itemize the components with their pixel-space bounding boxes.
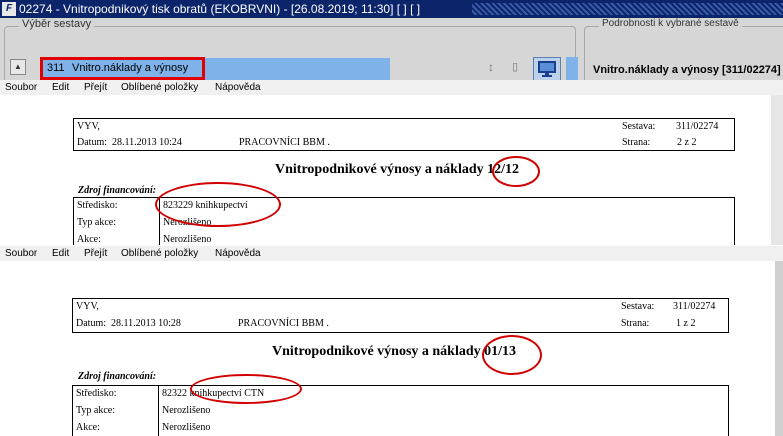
app-logo-icon: F [2, 2, 16, 16]
report-org: VYV, [77, 121, 100, 132]
window-title: 02274 - Vnitropodnikový tisk obratů (EKO… [19, 2, 421, 16]
menu-oblibene-polozky[interactable]: Oblíbené položky [121, 82, 198, 93]
report-datum-label: Datum: [76, 318, 106, 329]
menu-prejit[interactable]: Přejít [84, 248, 107, 259]
menu-napoveda[interactable]: Nápověda [215, 248, 261, 259]
table-row-label: Středisko: [77, 200, 118, 211]
resize-vertical-icon[interactable]: ↕ [488, 60, 494, 74]
menu-oblibene-polozky[interactable]: Oblíbené položky [121, 248, 198, 259]
report-pracovnici: PRACOVNÍCI BBM . [238, 318, 329, 329]
report-selection-label: Výběr sestavy [19, 18, 95, 30]
report-title: Vnitropodnikové výnosy a náklady 01/13 [272, 344, 517, 359]
table-row-label: Středisko: [76, 388, 117, 399]
table-row-label: Akce: [77, 234, 101, 245]
report-org: VYV, [76, 301, 99, 312]
report-datum: 28.11.2013 10:28 [111, 318, 181, 329]
report-zdroj: Zdroj financování: [78, 185, 157, 196]
table-divider [158, 386, 159, 436]
report-strana: 2 z 2 [677, 137, 697, 148]
report-info-table: Středisko: 82322 knihkupectví CTN Typ ak… [72, 385, 729, 436]
report-preview-1: VYV, Datum: 28.11.2013 10:24 PRACOVNÍCI … [0, 95, 783, 245]
report-sestava-label: Sestava: [622, 121, 656, 132]
scroll-indicator [566, 57, 578, 81]
report-preview-2: VYV, Datum: 28.11.2013 10:28 PRACOVNÍCI … [0, 261, 783, 436]
monitor-icon[interactable] [533, 57, 561, 81]
table-row-value: Nerozlišeno [162, 422, 211, 433]
report-sestava: 311/02274 [676, 121, 719, 132]
report-document: VYV, Datum: 28.11.2013 10:28 PRACOVNÍCI … [0, 261, 783, 436]
menu-prejit[interactable]: Přejít [84, 82, 107, 93]
table-row-label: Typ akce: [76, 405, 116, 416]
highlight-oval [492, 156, 540, 187]
report-strana: 1 z 2 [676, 318, 696, 329]
menu-edit[interactable]: Edit [52, 82, 69, 93]
menu-napoveda[interactable]: Nápověda [215, 82, 261, 93]
title-bar-pattern [472, 3, 783, 15]
report-details-group: Podrobnosti k vybrané sestavě Vnitro.nák… [584, 18, 783, 84]
table-row-label: Typ akce: [77, 217, 117, 228]
report-document: VYV, Datum: 28.11.2013 10:24 PRACOVNÍCI … [0, 95, 783, 245]
report-zdroj: Zdroj financování: [78, 371, 157, 382]
highlight-oval [155, 182, 281, 227]
menu-bar: Soubor Edit Přejít Oblíbené položky Nápo… [0, 246, 783, 261]
report-sestava-label: Sestava: [621, 301, 655, 312]
report-header-box: VYV, Datum: 28.11.2013 10:28 PRACOVNÍCI … [72, 298, 729, 333]
report-strana-label: Strana: [622, 137, 651, 148]
menu-soubor[interactable]: Soubor [5, 248, 37, 259]
report-sestava: 311/02274 [673, 301, 716, 312]
report-datum: 28.11.2013 10:24 [112, 137, 182, 148]
arrow-up-icon[interactable]: ▲ [10, 59, 26, 75]
report-strana-label: Strana: [621, 318, 650, 329]
table-row-label: Akce: [76, 422, 100, 433]
report-header-box: VYV, Datum: 28.11.2013 10:24 PRACOVNÍCI … [73, 118, 735, 151]
report-datum-label: Datum: [77, 137, 107, 148]
table-row-value: Nerozlišeno [162, 405, 211, 416]
highlight-box [40, 57, 205, 80]
report-details-label: Podrobnosti k vybrané sestavě [599, 18, 742, 29]
menu-edit[interactable]: Edit [52, 248, 69, 259]
report-details-value: Vnitro.náklady a výnosy [311/02274] [593, 64, 781, 76]
title-bar: F 02274 - Vnitropodnikový tisk obratů (E… [0, 0, 783, 18]
report-pracovnici: PRACOVNÍCI BBM . [239, 137, 330, 148]
highlight-oval [190, 374, 302, 404]
pdf-icon[interactable]: ▯ [512, 60, 518, 73]
report-title: Vnitropodnikové výnosy a náklady 12/12 [275, 162, 520, 177]
table-row-value: Nerozlišeno [163, 234, 212, 245]
highlight-oval [482, 335, 542, 375]
menu-soubor[interactable]: Soubor [5, 82, 37, 93]
menu-bar: Soubor Edit Přejít Oblíbené položky Nápo… [0, 80, 783, 95]
